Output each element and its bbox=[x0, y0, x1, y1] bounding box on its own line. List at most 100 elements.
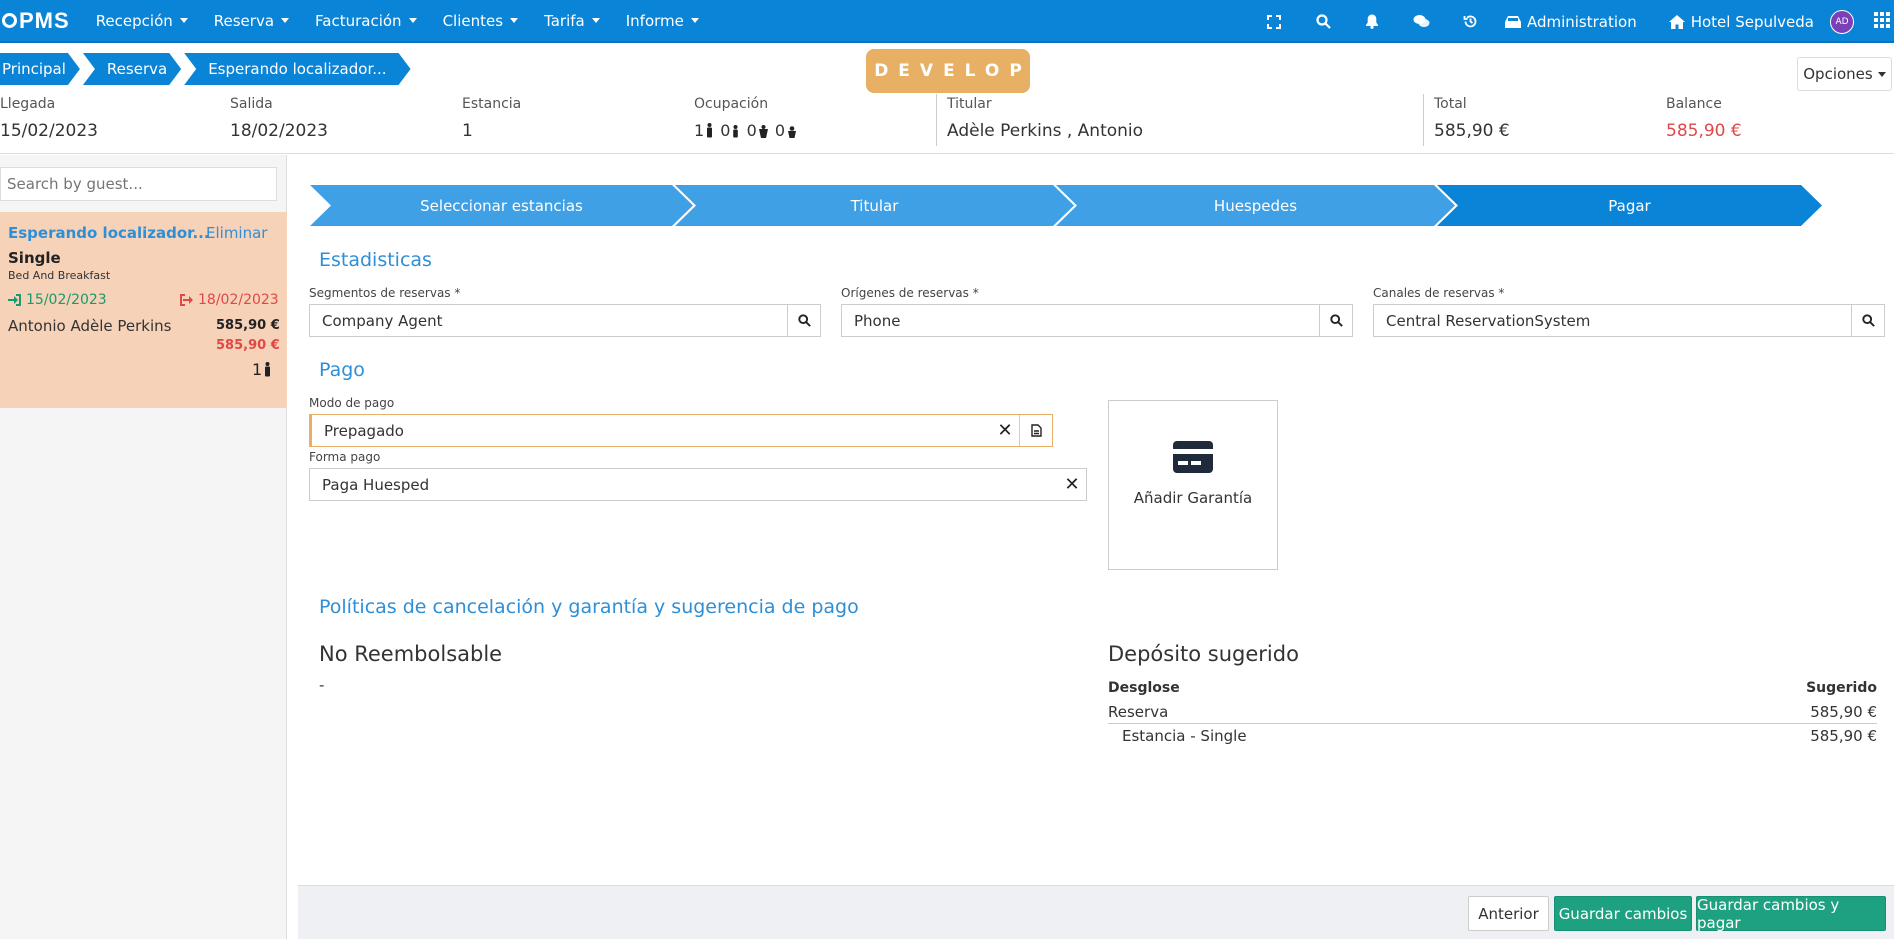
menu-informe[interactable]: Informe bbox=[626, 12, 699, 30]
previous-button[interactable]: Anterior bbox=[1468, 896, 1549, 931]
breadcrumb-reserva[interactable]: Reserva bbox=[83, 53, 181, 85]
breadcrumb-principal[interactable]: Principal bbox=[0, 53, 80, 85]
forma-pago-field[interactable]: Paga Huesped ✕ bbox=[309, 468, 1087, 501]
policy-description: - bbox=[319, 676, 325, 694]
babies-count: 0 bbox=[774, 121, 786, 140]
menu-tarifa[interactable]: Tarifa bbox=[544, 12, 600, 30]
menu-label: Recepción bbox=[95, 11, 173, 30]
guest-search-input[interactable] bbox=[0, 167, 277, 201]
step-huespedes[interactable]: Huespedes bbox=[1056, 185, 1455, 226]
app-logo[interactable]: PMS bbox=[2, 8, 70, 34]
menu-recepcion[interactable]: Recepción bbox=[96, 12, 188, 30]
save-and-pay-button[interactable]: Guardar cambios y pagar bbox=[1696, 896, 1886, 932]
clear-icon[interactable]: ✕ bbox=[1058, 474, 1086, 495]
adult-icon bbox=[707, 123, 713, 138]
modo-pago-value: Prepagado bbox=[324, 421, 404, 440]
ocupacion-label: Ocupación bbox=[694, 96, 769, 112]
reservation-summary: Llegada 15/02/2023 Salida 18/02/2023 Est… bbox=[0, 92, 1894, 154]
total-label: Total bbox=[1434, 96, 1467, 112]
row-value: 585,90 € bbox=[1810, 702, 1877, 721]
segmentos-label: Segmentos de reservas * bbox=[309, 286, 461, 300]
card-pending: 585,90 € bbox=[216, 338, 280, 353]
search-icon[interactable] bbox=[1299, 14, 1348, 29]
origenes-field[interactable]: Phone bbox=[841, 304, 1353, 337]
sign-out-icon bbox=[180, 294, 193, 306]
menu-facturacion[interactable]: Facturación bbox=[315, 12, 417, 30]
step-titular[interactable]: Titular bbox=[675, 185, 1074, 226]
search-icon[interactable] bbox=[1851, 305, 1884, 336]
children-count: 0 bbox=[720, 121, 731, 140]
avatar[interactable]: AD bbox=[1830, 9, 1854, 34]
caret-down-icon bbox=[690, 18, 699, 23]
col-sugerido: Sugerido bbox=[1806, 680, 1877, 696]
summary-ocupacion: Ocupación 1 0 0 0 bbox=[694, 92, 799, 140]
breadcrumb: Principal Reserva Esperando localizador.… bbox=[0, 53, 414, 85]
add-guarantee-button[interactable]: Añadir Garantía bbox=[1108, 400, 1278, 570]
add-guarantee-label: Añadir Garantía bbox=[1133, 489, 1253, 507]
segmentos-field[interactable]: Company Agent bbox=[309, 304, 821, 337]
caret-down-icon bbox=[1877, 71, 1886, 77]
canales-field[interactable]: Central ReservationSystem bbox=[1373, 304, 1885, 337]
clear-icon[interactable]: ✕ bbox=[991, 420, 1019, 441]
menu-clientes[interactable]: Clientes bbox=[443, 12, 519, 30]
menu-reserva[interactable]: Reserva bbox=[214, 12, 290, 30]
options-dropdown[interactable]: Opciones bbox=[1797, 57, 1892, 91]
step-pagar[interactable]: Pagar bbox=[1437, 185, 1822, 226]
summary-divider bbox=[1423, 94, 1424, 146]
summary-balance: Balance 585,90 € bbox=[1666, 92, 1742, 141]
navbar-right: Administration Hotel Sepulveda AD bbox=[1250, 0, 1894, 43]
administration-label: Administration bbox=[1526, 12, 1637, 31]
reservation-card[interactable]: Esperando localizador... Eliminar Single… bbox=[0, 212, 287, 408]
card-title[interactable]: Esperando localizador... bbox=[8, 224, 210, 242]
llegada-label: Llegada bbox=[0, 96, 56, 112]
save-button[interactable]: Guardar cambios bbox=[1554, 896, 1692, 931]
summary-total: Total 585,90 € bbox=[1434, 92, 1510, 141]
fullscreen-icon[interactable] bbox=[1250, 14, 1299, 29]
history-icon[interactable] bbox=[1446, 14, 1495, 29]
table-row: Reserva 585,90 € bbox=[1108, 700, 1877, 724]
modo-pago-field[interactable]: Prepagado ✕ bbox=[309, 414, 1053, 447]
checkout-value: 18/02/2023 bbox=[198, 292, 279, 308]
baby-icon bbox=[788, 126, 797, 138]
summary-divider bbox=[936, 94, 937, 146]
caret-down-icon bbox=[179, 18, 188, 23]
child-icon bbox=[733, 125, 739, 138]
ocupacion-value: 1 0 0 0 bbox=[694, 121, 799, 140]
balance-value: 585,90 € bbox=[1666, 121, 1742, 141]
hotel-selector[interactable]: Hotel Sepulveda bbox=[1668, 12, 1814, 31]
document-icon[interactable] bbox=[1019, 415, 1052, 446]
board-type: Bed And Breakfast bbox=[8, 269, 111, 282]
deposit-table: Desglose Sugerido Reserva 585,90 € Estan… bbox=[1108, 676, 1877, 748]
delete-link[interactable]: Eliminar bbox=[206, 224, 267, 242]
politicas-title: Políticas de cancelación y garantía y su… bbox=[319, 596, 859, 618]
canales-label: Canales de reservas * bbox=[1373, 286, 1505, 300]
search-icon[interactable] bbox=[787, 305, 820, 336]
credit-card-icon bbox=[1173, 441, 1213, 473]
table-header: Desglose Sugerido bbox=[1108, 676, 1877, 700]
total-value: 585,90 € bbox=[1434, 121, 1510, 141]
hotel-label: Hotel Sepulveda bbox=[1690, 12, 1814, 31]
checkout-date: 18/02/2023 bbox=[180, 292, 279, 308]
estadisticas-title: Estadisticas bbox=[319, 249, 432, 271]
summary-titular: Titular Adèle Perkins , Antonio bbox=[947, 92, 1143, 141]
apps-grid-icon[interactable] bbox=[1874, 11, 1890, 32]
breadcrumb-current[interactable]: Esperando localizador... bbox=[184, 53, 410, 85]
administration-link[interactable]: Administration bbox=[1504, 12, 1637, 31]
step-seleccionar-estancias[interactable]: Seleccionar estancias bbox=[310, 185, 693, 226]
llegada-value: 15/02/2023 bbox=[0, 121, 98, 141]
guest-name: Antonio Adèle Perkins bbox=[8, 317, 172, 335]
summary-llegada: Llegada 15/02/2023 bbox=[0, 92, 98, 141]
search-icon[interactable] bbox=[1319, 305, 1352, 336]
segmentos-value: Company Agent bbox=[322, 311, 443, 330]
chat-icon[interactable] bbox=[1397, 14, 1446, 29]
bell-icon[interactable] bbox=[1348, 14, 1397, 29]
extra-guest-icon bbox=[758, 125, 768, 138]
policy-name: No Reembolsable bbox=[319, 642, 503, 666]
pax-count: 1 bbox=[252, 360, 263, 379]
estancia-label: Estancia bbox=[462, 96, 522, 112]
menu-label: Informe bbox=[625, 11, 684, 30]
summary-estancia: Estancia 1 bbox=[462, 92, 521, 141]
main-panel: Seleccionar estancias Titular Huespedes … bbox=[298, 165, 1894, 939]
salida-value: 18/02/2023 bbox=[230, 121, 328, 141]
options-label: Opciones bbox=[1803, 65, 1873, 83]
